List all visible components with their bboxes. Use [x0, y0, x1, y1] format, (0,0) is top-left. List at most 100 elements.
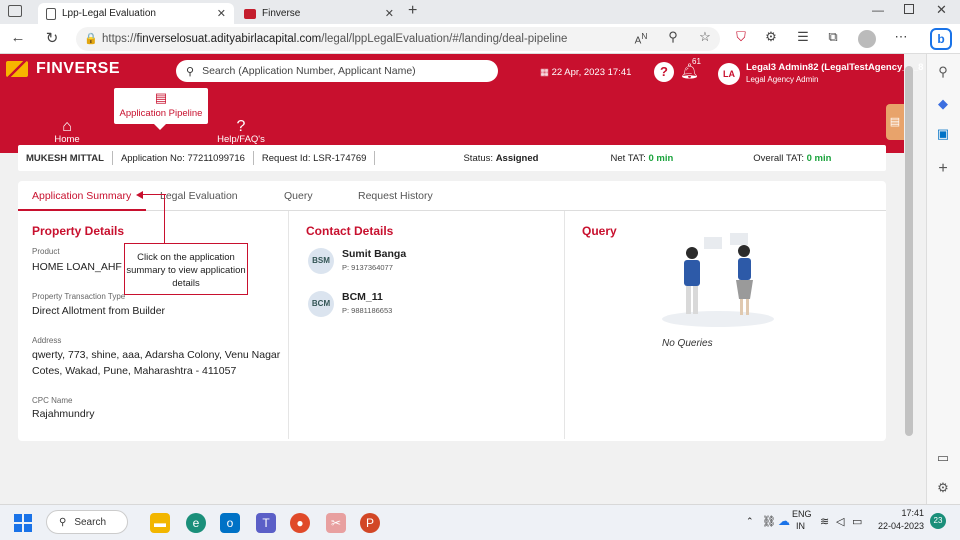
search-input[interactable]: ⚲ Search (Application Number, Applicant …: [176, 60, 498, 82]
back-icon[interactable]: ←: [8, 29, 28, 46]
tutorial-callout: Click on the application summary to view…: [124, 243, 248, 295]
start-tile: [24, 524, 32, 532]
status: Status: Assigned: [463, 153, 538, 164]
battery-icon[interactable]: ▭: [852, 515, 862, 528]
refresh-icon[interactable]: ↻: [42, 29, 62, 47]
net-tat-value: 0 min: [648, 152, 674, 164]
browser-tab-finverse[interactable]: Finverse ✕: [236, 3, 402, 24]
lock-icon: 🔒: [84, 33, 98, 45]
extensions-icon[interactable]: ⚙: [762, 29, 780, 45]
zoom-icon[interactable]: ⚲: [664, 29, 682, 45]
nav-application-pipeline[interactable]: ▤ Application Pipeline: [114, 88, 208, 124]
sidebar-shopping-icon[interactable]: ◆: [928, 96, 958, 112]
nav-help-faq[interactable]: Help/FAQ's: [206, 134, 276, 145]
shield-extension-icon[interactable]: ⛉: [732, 29, 750, 45]
no-queries-illustration-icon: [662, 233, 774, 327]
annotation-arrow: [142, 194, 166, 195]
favorite-icon[interactable]: ☆: [696, 29, 714, 45]
sidebar-add-icon[interactable]: +: [928, 160, 958, 178]
chrome-icon[interactable]: ●: [290, 513, 310, 533]
user-role: Legal Agency Admin: [746, 75, 819, 84]
tray-network-app-icon[interactable]: ⛓: [762, 515, 776, 528]
scrollbar-thumb[interactable]: [905, 66, 913, 436]
sidebar-outlook-icon[interactable]: ▣: [928, 126, 958, 142]
product-value: HOME LOAN_AHF: [32, 261, 122, 273]
user-name[interactable]: Legal3 Admin82 (LegalTestAgency_3_8: [746, 62, 923, 73]
sidebar-panel-icon[interactable]: ▭: [928, 450, 958, 466]
tab-actions-icon[interactable]: [8, 5, 22, 17]
restore-icon[interactable]: [904, 4, 914, 14]
new-tab-icon[interactable]: +: [408, 2, 417, 20]
status-value: Assigned: [495, 152, 539, 164]
clock-time[interactable]: 17:41: [878, 508, 924, 518]
finverse-favicon-icon: [244, 8, 256, 19]
help-icon[interactable]: ?: [654, 62, 674, 82]
contact-avatar: BCM: [308, 291, 334, 317]
contact-avatar: BSM: [308, 248, 334, 274]
more-icon[interactable]: ⋯: [892, 29, 910, 45]
edge-icon[interactable]: e: [186, 513, 206, 533]
windows-start-icon[interactable]: [14, 514, 32, 532]
transaction-type-label: Property Transaction Type: [32, 292, 126, 301]
sidebar-search-icon[interactable]: ⚲: [928, 64, 958, 80]
snipping-tool-icon[interactable]: ✂: [326, 513, 346, 533]
divider: [252, 151, 254, 165]
language-code[interactable]: ENG: [792, 509, 812, 519]
bing-icon[interactable]: b: [930, 28, 952, 50]
teams-icon[interactable]: T: [256, 513, 276, 533]
tray-chevron-icon[interactable]: ⌃: [746, 516, 754, 527]
tab-legal-evaluation[interactable]: Legal Evaluation: [160, 190, 238, 202]
user-avatar[interactable]: LA: [718, 63, 740, 85]
taskbar-search[interactable]: ⚲ Search: [46, 510, 128, 534]
favorites-bar-icon[interactable]: ☰: [794, 29, 812, 45]
document-side-tab-icon[interactable]: ▤: [886, 104, 904, 140]
column-divider: [288, 211, 289, 439]
powerpoint-icon[interactable]: P: [360, 513, 380, 533]
contact-details-heading: Contact Details: [306, 224, 394, 238]
clock-date[interactable]: 22-04-2023: [866, 521, 924, 531]
status-label: Status:: [463, 152, 494, 164]
sidebar-settings-icon[interactable]: ⚙: [928, 480, 958, 496]
notification-badge[interactable]: 23: [930, 513, 946, 529]
nav-label: Application Pipeline: [119, 108, 203, 119]
application-number: Application No: 77211099716: [120, 152, 245, 164]
close-window-icon[interactable]: ✕: [936, 2, 947, 18]
page-icon: [46, 7, 56, 20]
browser-tab-title: Finverse: [262, 8, 301, 19]
finverse-logo-icon: [6, 61, 28, 77]
browser-tab-title: Lpp-Legal Evaluation: [62, 8, 156, 19]
browser-sidebar: [926, 54, 960, 504]
close-tab-icon[interactable]: ✕: [385, 7, 394, 20]
header-datetime: ▦ 22 Apr, 2023 17:41: [540, 67, 631, 78]
file-explorer-icon[interactable]: ▬: [150, 513, 170, 533]
search-placeholder: Search (Application Number, Applicant Na…: [202, 65, 416, 77]
cpc-label: CPC Name: [32, 396, 73, 405]
net-tat: Net TAT: 0 min: [610, 153, 673, 164]
brand-logo[interactable]: FINVERSE: [6, 60, 120, 78]
address-label: Address: [32, 336, 62, 345]
profile-avatar[interactable]: [858, 30, 876, 48]
datetime-text: 22 Apr, 2023 17:41: [551, 67, 632, 78]
transaction-type-value: Direct Allotment from Builder: [32, 305, 166, 317]
applicant-name: MUKESH MITTAL: [26, 152, 104, 164]
minimize-icon[interactable]: —: [872, 3, 884, 17]
start-tile: [14, 514, 22, 522]
outlook-icon[interactable]: o: [220, 513, 240, 533]
collections-icon[interactable]: ⧉: [824, 29, 842, 45]
tab-request-history[interactable]: Request History: [358, 190, 433, 202]
onedrive-icon[interactable]: ☁: [778, 514, 790, 528]
close-tab-icon[interactable]: ✕: [217, 7, 226, 20]
overall-tat: Overall TAT: 0 min: [753, 153, 831, 164]
start-tile: [24, 514, 32, 522]
tab-application-summary[interactable]: Application Summary: [32, 190, 131, 202]
address-bar[interactable]: 🔒 https://finverselosuat.adityabirlacapi…: [76, 27, 720, 51]
nav-home[interactable]: Home: [32, 134, 102, 145]
read-aloud-icon[interactable]: AN: [632, 31, 650, 46]
volume-icon[interactable]: ◁: [836, 515, 844, 528]
wifi-icon[interactable]: ≋: [820, 515, 829, 528]
overall-tat-label: Overall TAT:: [753, 152, 804, 164]
browser-tab-lpp[interactable]: Lpp-Legal Evaluation ✕: [38, 3, 234, 24]
application-info-bar: MUKESH MITTAL Application No: 7721109971…: [18, 145, 886, 171]
tab-query[interactable]: Query: [284, 190, 313, 202]
annotation-connector: [164, 194, 165, 243]
